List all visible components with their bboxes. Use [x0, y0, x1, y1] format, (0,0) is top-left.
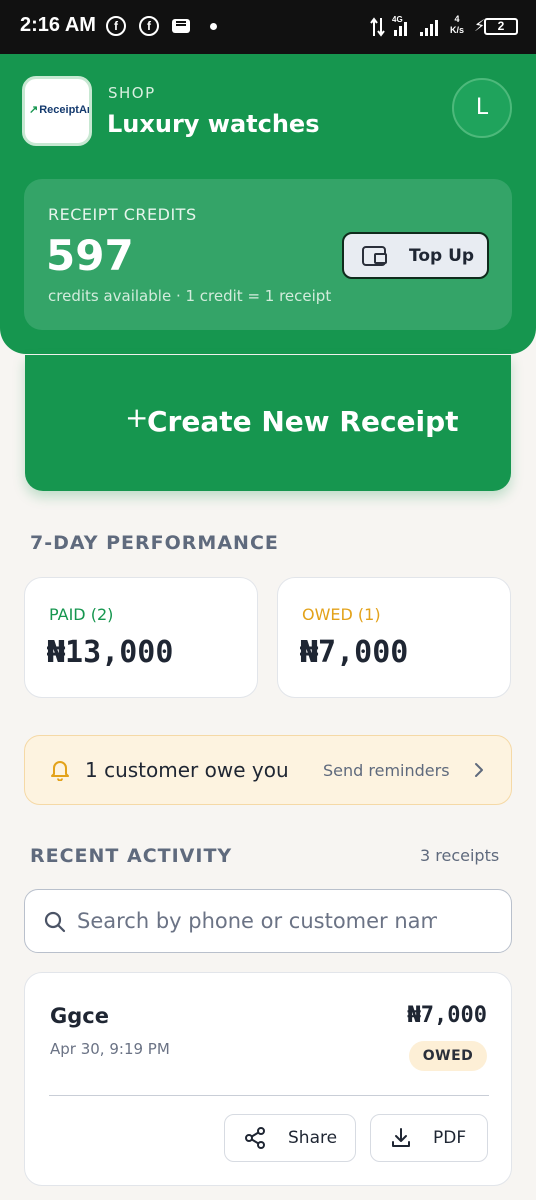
pdf-label: PDF — [433, 1128, 467, 1148]
notification-dot-icon — [210, 23, 217, 30]
performance-title: 7-DAY PERFORMANCE — [30, 532, 279, 554]
divider — [49, 1095, 489, 1096]
network-type-label: 4G — [392, 15, 403, 24]
paid-value: ₦13,000 — [47, 635, 174, 670]
signal-icon: 4G — [370, 15, 438, 37]
owed-label: OWED (1) — [302, 605, 381, 624]
send-reminders-link[interactable]: Send reminders — [323, 761, 450, 780]
credits-note: credits available · 1 credit = 1 receipt — [48, 287, 332, 305]
shop-label: SHOP — [108, 84, 156, 102]
plus-icon: + — [125, 401, 149, 434]
facebook-icon: f — [106, 16, 126, 36]
share-icon — [245, 1127, 265, 1149]
status-badge: OWED — [409, 1041, 487, 1071]
shop-header: ReceiptAn SHOP Luxury watches L RECEIPT … — [0, 54, 536, 354]
logo-text: ReceiptAn — [29, 103, 89, 116]
share-label: Share — [288, 1128, 338, 1148]
status-time: 2:16 AM — [20, 14, 96, 36]
recent-activity-title: RECENT ACTIVITY — [30, 845, 233, 867]
search-input[interactable] — [77, 902, 437, 940]
create-receipt-button[interactable]: + Create New Receipt — [25, 355, 511, 491]
credits-label: RECEIPT CREDITS — [48, 205, 197, 224]
share-button[interactable]: Share — [224, 1114, 356, 1162]
shop-name: Luxury watches — [107, 110, 320, 138]
paid-label: PAID (2) — [49, 605, 114, 624]
credits-value: 597 — [46, 231, 134, 280]
status-bar: 2:16 AM f f 4G 4 K/s ⚡ 2 — [0, 0, 536, 54]
top-up-label: Top Up — [409, 246, 475, 266]
reminder-text: 1 customer owe you — [85, 758, 289, 782]
credits-card: RECEIPT CREDITS 597 credits available · … — [24, 179, 512, 330]
chevron-right-icon — [475, 763, 483, 777]
avatar[interactable]: L — [452, 78, 512, 138]
network-speed-unit: K/s — [450, 25, 465, 35]
owed-value: ₦7,000 — [300, 635, 409, 670]
receipt-card[interactable]: Ggce Apr 30, 9:19 PM ₦7,000 OWED Share P… — [24, 972, 512, 1186]
network-speed: 4 K/s — [450, 14, 464, 36]
paid-card[interactable]: PAID (2) ₦13,000 — [24, 577, 258, 698]
search-icon — [44, 911, 66, 933]
wallet-icon — [362, 246, 387, 266]
shop-logo[interactable]: ReceiptAn — [22, 76, 92, 146]
reminder-banner[interactable]: 1 customer owe you Send reminders — [24, 735, 512, 805]
owed-card[interactable]: OWED (1) ₦7,000 — [277, 577, 511, 698]
bell-icon — [51, 761, 69, 781]
receipt-date: Apr 30, 9:19 PM — [50, 1040, 170, 1058]
search-bar[interactable] — [24, 889, 512, 953]
battery-icon: 2 — [484, 18, 518, 35]
receipt-count: 3 receipts — [420, 846, 500, 865]
top-up-button[interactable]: Top Up — [342, 232, 489, 279]
message-icon — [172, 19, 190, 33]
create-receipt-label: Create New Receipt — [147, 405, 459, 438]
receipt-amount: ₦7,000 — [407, 1003, 487, 1028]
pdf-button[interactable]: PDF — [370, 1114, 488, 1162]
download-icon — [392, 1128, 410, 1147]
network-speed-value: 4 — [454, 14, 460, 24]
facebook-icon: f — [139, 16, 159, 36]
receipt-customer-name: Ggce — [50, 1004, 109, 1028]
